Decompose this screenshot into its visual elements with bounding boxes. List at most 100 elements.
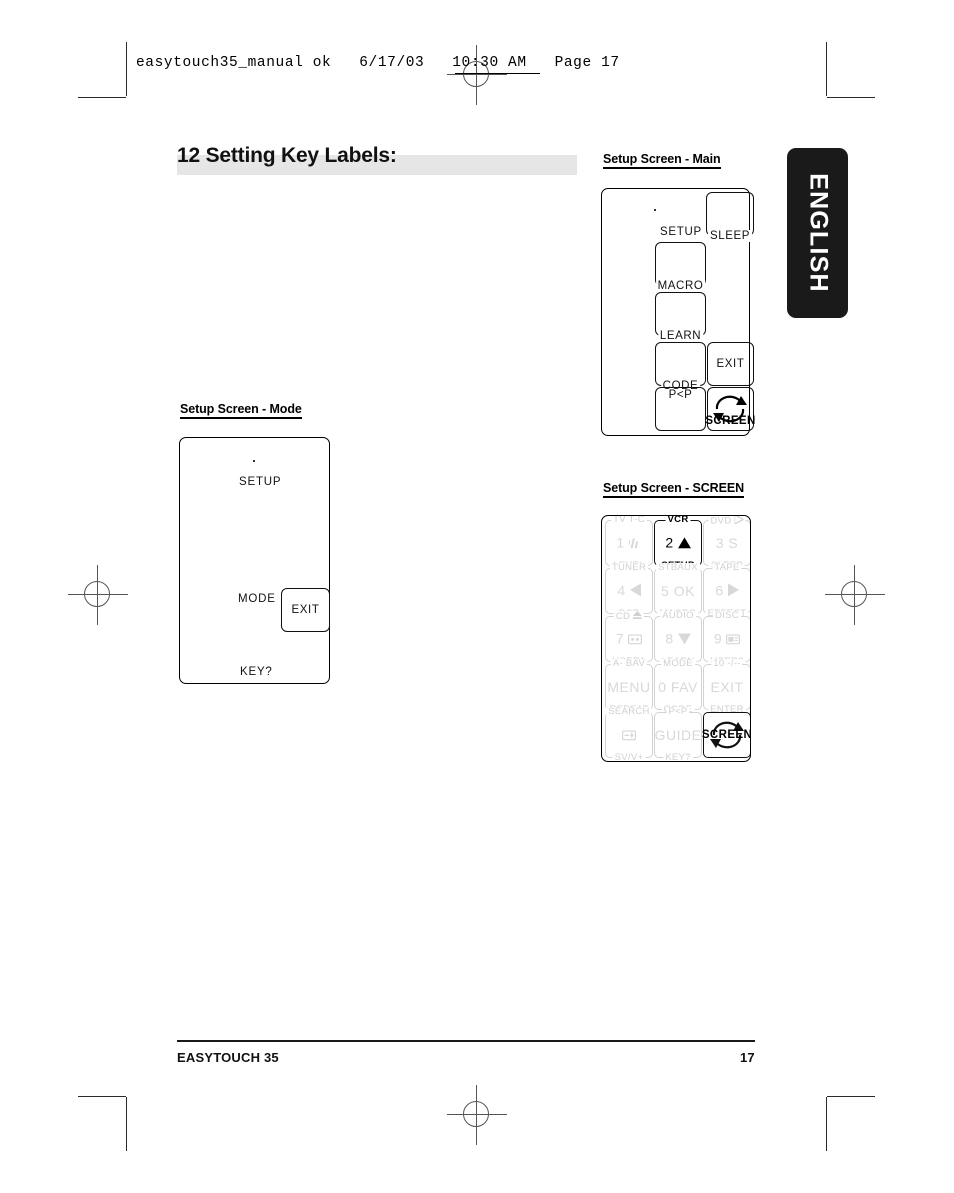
figure-caption-screen: Setup Screen - SCREEN bbox=[603, 481, 744, 498]
lcd-screen-keypad: TV T-C1LEVELVCR2SETUPDVD3 SSLEEPTUNER4DS… bbox=[601, 515, 751, 762]
keypad-key-code[interactable]: MODE0 FAVCODE bbox=[654, 659, 702, 715]
keypad-key-effect[interactable]: TAPE6EFFECT bbox=[703, 563, 750, 619]
key-top-label: 10 -/-- bbox=[711, 658, 743, 669]
key-mid-label: 3 S bbox=[715, 535, 739, 551]
keypad-key-user2[interactable]: DISC9USER2 bbox=[703, 611, 750, 667]
display-plus-icon bbox=[621, 728, 637, 744]
lcd-main-softkey-sleep[interactable]: SLEEP bbox=[706, 192, 754, 242]
figure-caption-main: Setup Screen - Main bbox=[603, 152, 721, 169]
key-top-label: STBAUX bbox=[656, 562, 700, 573]
footer-rule bbox=[177, 1040, 755, 1042]
language-tab-english: ENGLISH bbox=[787, 148, 848, 318]
softkey-label: SLEEP bbox=[707, 230, 753, 242]
crop-mark-bottom-right-vertical bbox=[826, 1097, 827, 1151]
lcd-mode-label-setup: SETUP bbox=[239, 476, 282, 488]
key-top-label: P<P bbox=[666, 706, 690, 717]
keypad-key-enter[interactable]: 10 -/-- EXIT ENTER bbox=[703, 659, 750, 715]
keypad-key-sleep[interactable]: DVD3 SSLEEP bbox=[703, 516, 750, 571]
footer-page-number: 17 bbox=[740, 1050, 755, 1065]
equalizer-icon bbox=[626, 536, 642, 552]
keypad-key-setup[interactable]: VCR2SETUP bbox=[654, 516, 702, 571]
display-icon bbox=[726, 632, 741, 648]
lcd-screen-mode: SETUP MODE EXIT KEY? bbox=[179, 437, 330, 684]
lcd-mode-label-mode: MODE bbox=[238, 593, 276, 605]
lcd-mode-label-key: KEY? bbox=[240, 666, 273, 678]
key-top-label: DISC bbox=[713, 610, 741, 621]
crop-mark-top-left-vertical bbox=[126, 42, 127, 96]
softkey-label: P<P bbox=[666, 389, 695, 401]
key-bottom-label: SV/V+ bbox=[612, 752, 646, 762]
crop-mark-top-right-vertical bbox=[826, 42, 827, 96]
keypad-key-dsp[interactable]: TUNER4DSP bbox=[605, 563, 653, 619]
lcd-main-softkey-exit[interactable]: EXIT bbox=[707, 342, 754, 386]
crop-mark-bottom-right-horizontal bbox=[827, 1096, 875, 1097]
key-top-label: TAPE bbox=[712, 562, 742, 573]
softkey-label: SCREEN bbox=[705, 415, 756, 427]
key-mid-label: GUIDE bbox=[654, 727, 702, 743]
cassette-icon bbox=[628, 632, 643, 648]
lcd-main-label-setup: SETUP bbox=[660, 226, 702, 238]
lcd-main-softkey-screen[interactable]: SCREEN bbox=[705, 387, 756, 431]
key-mid-label: 7 bbox=[605, 630, 653, 647]
figure-caption-mode: Setup Screen - Mode bbox=[180, 402, 302, 419]
lcd-main-softkey-macro[interactable]: MACRO bbox=[655, 242, 706, 292]
key-mid-label: 9 bbox=[703, 630, 750, 648]
key-mid-label: 0 FAV bbox=[658, 679, 698, 695]
keypad-key-key[interactable]: P<P GUIDE KEY? bbox=[654, 707, 702, 761]
triangle-down-icon bbox=[677, 632, 691, 648]
lcd-screen-main: SETUP SLEEP MACRO LEARN CODE EXIT P<P SC… bbox=[601, 188, 755, 436]
lcd-mode-softkey-exit[interactable]: EXIT bbox=[281, 588, 330, 632]
crop-mark-bottom-left-vertical bbox=[126, 1097, 127, 1151]
key-mid-label: 2 bbox=[654, 534, 702, 551]
softkey-label: MACRO bbox=[655, 280, 706, 292]
footer-product-name: EASYTOUCH 35 bbox=[177, 1050, 279, 1065]
triangle-left-icon bbox=[629, 583, 641, 600]
key-bottom-label: KEY? bbox=[663, 752, 693, 762]
softkey-label: EXIT bbox=[289, 604, 322, 616]
key-mid-label bbox=[605, 726, 653, 743]
key-top-label: VCR bbox=[665, 515, 691, 525]
registration-mark-left bbox=[68, 565, 128, 625]
play-icon bbox=[733, 516, 745, 527]
keypad-grid: TV T-C1LEVELVCR2SETUPDVD3 SSLEEPTUNER4DS… bbox=[602, 516, 750, 761]
key-mid-label: 1 bbox=[605, 534, 653, 551]
slug-line: easytouch35_manual ok 6/17/03 10:30 AM P… bbox=[136, 55, 620, 71]
crop-mark-top-left-horizontal bbox=[78, 97, 126, 98]
keypad-key-sv-v[interactable]: SEARCH SV/V+ bbox=[605, 707, 653, 761]
key-top-label: SEARCH bbox=[606, 706, 652, 717]
lcd-main-softkey-code[interactable]: CODE bbox=[655, 342, 706, 392]
lcd-cursor-dot-main bbox=[654, 209, 656, 211]
eject-icon bbox=[633, 611, 643, 622]
key-top-label: CD bbox=[613, 611, 645, 623]
registration-mark-top bbox=[447, 45, 507, 105]
key-mid-label: EXIT bbox=[710, 679, 744, 695]
key-mid-label: 5 OK bbox=[661, 583, 695, 599]
key-top-label: MODE bbox=[661, 658, 695, 669]
language-tab-label: ENGLISH bbox=[804, 173, 832, 293]
softkey-label: LEARN bbox=[657, 330, 704, 342]
key-top-label: TUNER bbox=[609, 562, 649, 573]
key-top-label: A- BAV bbox=[610, 658, 648, 669]
key-mid-label: SCREEN bbox=[701, 729, 751, 741]
crop-mark-top-right-horizontal bbox=[827, 97, 875, 98]
keypad-key-repeat[interactable]: A- BAVMENUREPEAT bbox=[605, 659, 653, 715]
key-mid-label: 6 bbox=[703, 582, 750, 600]
triangle-right-icon bbox=[727, 583, 739, 600]
keypad-key-level[interactable]: TV T-C1LEVEL bbox=[605, 516, 653, 571]
keypad-key-user1[interactable]: CD7USER1 bbox=[605, 611, 653, 667]
registration-mark-right bbox=[825, 565, 885, 625]
keypad-key-macro[interactable]: STBAUX5 OKMACRO bbox=[654, 563, 702, 619]
lcd-main-softkey-pvp[interactable]: P<P bbox=[655, 387, 706, 431]
key-mid-label: 4 bbox=[605, 582, 653, 599]
key-mid-label: MENU bbox=[607, 679, 651, 695]
lcd-main-softkey-learn[interactable]: LEARN bbox=[655, 292, 706, 342]
key-top-label: TV T-C bbox=[611, 515, 647, 525]
keypad-key-screen[interactable]: SCREEN bbox=[701, 712, 751, 758]
slug-underline bbox=[455, 73, 540, 74]
triangle-up-icon bbox=[677, 536, 691, 552]
keypad-key-learn[interactable]: AUDIO8LEARN bbox=[654, 611, 702, 667]
key-mid-label: 8 bbox=[654, 630, 702, 647]
softkey-label: EXIT bbox=[714, 358, 747, 370]
key-top-label: DVD bbox=[708, 516, 746, 527]
lcd-cursor-dot-mode bbox=[253, 460, 255, 462]
